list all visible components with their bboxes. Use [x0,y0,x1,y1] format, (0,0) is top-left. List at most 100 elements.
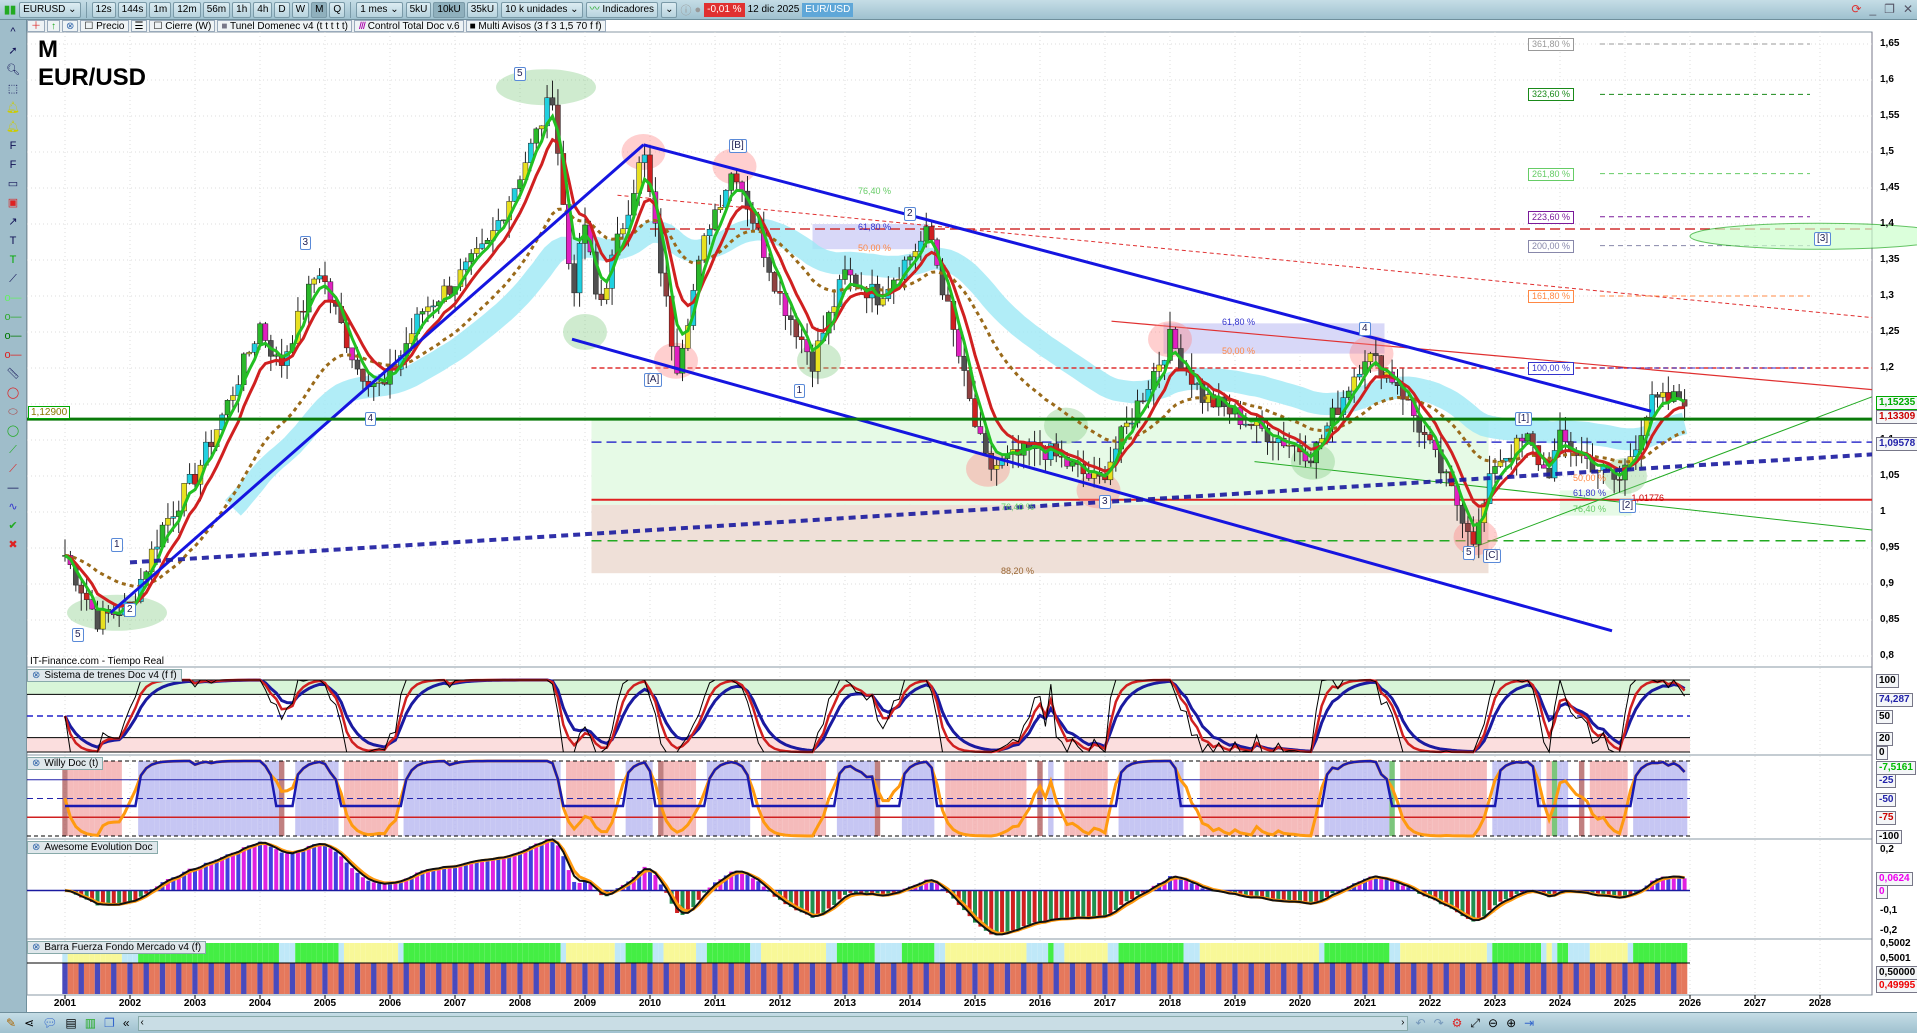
barra-top [1026,943,1032,963]
windows-icon[interactable]: ❐ [104,1016,115,1030]
barra-bottom [1237,963,1244,994]
barra-top [1346,943,1352,963]
move-up-icon[interactable]: ↑ [47,20,60,32]
barra-bottom [1654,963,1661,994]
price-tick: 1,6 [1880,74,1894,85]
close-pane-icon[interactable]: ⊗ [32,758,40,769]
add-indicator-icon[interactable]: ＋ [27,20,45,32]
horizontal-scrollbar[interactable]: ‹ › [137,1015,1408,1031]
awesome-bar [994,890,999,936]
barra-top [912,943,919,963]
close-pane-icon[interactable]: ⊗ [32,842,40,853]
control-legend[interactable]: Ⅲ Control Total Doc v.6 [354,20,464,32]
scroll-right-icon[interactable]: › [1401,1017,1404,1030]
barra-top [1378,943,1384,963]
share-icon[interactable]: ⋖ [24,1016,34,1030]
barra-top [316,943,323,963]
barra-bottom [712,963,718,994]
redo-icon[interactable]: ↷ [1434,1016,1444,1030]
awesome-bar [290,853,295,891]
candle [788,315,794,320]
year-label: 2003 [183,998,207,1009]
barra-top [869,943,875,963]
barra-top [744,943,751,963]
barra-bottom [105,963,112,994]
scroll-left-icon[interactable]: ‹ [141,1017,144,1030]
tunel-legend[interactable]: ■ Tunel Domenec v4 (t t t t t) [217,20,352,32]
barra-bottom [831,963,837,994]
remove-icon[interactable]: ⊗ [62,20,79,32]
barra-bottom [517,963,523,994]
undo-icon[interactable]: ↶ [1416,1016,1426,1030]
barra-top [560,943,567,963]
barra-top [1394,943,1401,963]
settings-icon[interactable]: ⚙ [1452,1016,1463,1030]
precio-label: Precio [96,21,125,32]
report-icon[interactable]: ▤ [65,1016,76,1030]
barra-bottom [408,963,415,994]
barra-top [327,943,334,963]
barra-bottom [928,963,935,994]
barra-top [836,943,843,963]
barra-top [354,943,361,963]
barra-bottom [880,963,886,994]
awesome-bar [209,861,214,891]
avisos-legend[interactable]: ■ Multi Avisos (3 f 3 1,5 70 f f) [465,20,606,32]
precio-toggle[interactable]: ☐ Precio [80,20,129,32]
cierre-toggle[interactable]: ☐ Cierre (W) [149,20,216,32]
scroll-end-icon[interactable]: ⇥ [1524,1016,1534,1030]
autoscale-icon[interactable]: ⤢ [1470,1016,1480,1031]
fib-label: 200,00 % [1528,239,1575,253]
zoom-in-icon[interactable]: ⊕ [1506,1016,1516,1030]
close-pane-icon[interactable]: ⊗ [32,670,40,681]
list-icon[interactable]: ☰ [130,20,148,32]
pane-header-sistema[interactable]: ⊗ Sistema de trenes Doc v4 (f f) [27,669,182,682]
pane-header-barra[interactable]: ⊗ Barra Fuerza Fondo Mercado v4 (f) [27,941,207,954]
year-label: 2011 [704,998,726,1009]
barra-top [224,943,231,963]
layout-icon[interactable]: ▥ [85,1016,96,1030]
barra-top [1086,943,1092,963]
barra-bottom [262,963,269,994]
year-label: 2010 [638,998,662,1009]
barra-bottom [1383,963,1390,994]
willy-bar [192,761,198,836]
awesome-bar [1178,878,1183,891]
wave-label: [3] [1814,232,1832,247]
barra-bottom [956,963,962,994]
zoom-out-icon[interactable]: ⊖ [1488,1016,1498,1030]
barra-bottom [371,963,377,994]
pane-header-willy[interactable]: ⊗ Willy Doc (t) [27,757,104,770]
barra-bottom [1069,963,1076,994]
pencil-icon[interactable]: ✎ [6,1016,16,1030]
year-label: 2024 [1548,998,1572,1009]
chart-canvas[interactable] [0,0,1917,1033]
barra-top [1432,943,1439,963]
barra-top [961,943,967,963]
candle [1156,364,1162,372]
barra-top [712,943,718,963]
barra-top [436,943,442,963]
barra-top [1541,943,1547,963]
barra-bottom [1281,963,1287,994]
close-pane-icon[interactable]: ⊗ [32,942,40,953]
price-tick: 1,3 [1880,290,1894,301]
barra-bottom [398,963,404,994]
barra-bottom [278,963,285,994]
awesome-bar [328,848,333,891]
barra-bottom [1497,963,1504,994]
barra-top [685,943,691,963]
chat-icon[interactable]: 💬︎ [42,1016,57,1030]
barra-bottom [614,963,621,994]
barra-bottom [1573,963,1579,994]
barra-top [1633,943,1639,963]
willy-axis-label: -25 [1876,773,1897,788]
barra-bottom [1616,963,1623,994]
candle [376,381,382,384]
barra-bottom [1486,963,1493,994]
pane-header-awesome[interactable]: ⊗ Awesome Evolution Doc [27,841,158,854]
barra-top [1573,943,1579,963]
scroll-left-fast-icon[interactable]: « [123,1016,130,1030]
candle [603,288,610,301]
awesome-bar [1493,890,1497,906]
